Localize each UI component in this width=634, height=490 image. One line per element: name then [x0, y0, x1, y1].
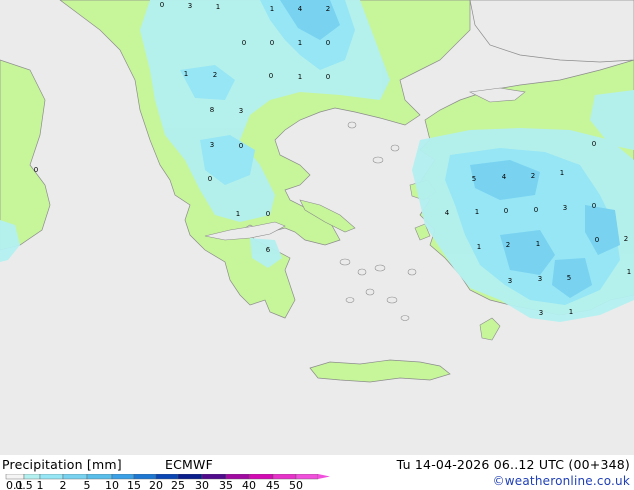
precip-value-label: 3: [539, 309, 543, 317]
legend-tick: 1: [37, 479, 44, 490]
precip-value-label: 0: [208, 175, 212, 183]
precip-value-label: 0: [326, 73, 330, 81]
legend-tick: 40: [242, 479, 256, 490]
precip-value-label: 0: [266, 210, 270, 218]
legend-tick: 50: [289, 479, 303, 490]
precip-value-label: 0: [34, 166, 38, 174]
precip-value-label: 1: [236, 210, 240, 218]
precip-value-label: 3: [538, 275, 542, 283]
legend-tick: 35: [219, 479, 233, 490]
legend-tick: 25: [171, 479, 185, 490]
precip-value-label: 3: [563, 204, 567, 212]
precip-value-label: 0: [270, 39, 274, 47]
precip-value-label: 0: [242, 39, 246, 47]
precip-value-label: 1: [536, 240, 540, 248]
precip-value-label: 0: [239, 142, 243, 150]
map-footer: Precipitation [mm] ECMWF Tu 14-04-2026 0…: [0, 455, 634, 490]
legend-tick: 15: [127, 479, 141, 490]
precip-value-label: 0: [595, 236, 599, 244]
map-frame: 0311420010120108330010600542141003002121…: [0, 0, 634, 490]
legend-tick: 10: [105, 479, 119, 490]
precip-value-label: 2: [326, 5, 330, 13]
precip-value-label: 3: [239, 107, 243, 115]
precip-value-label: 1: [475, 208, 479, 216]
precip-value-label: 5: [472, 175, 476, 183]
precip-value-label: 4: [298, 5, 303, 13]
legend-tick: 20: [149, 479, 163, 490]
credit-link[interactable]: ©weatheronline.co.uk: [493, 474, 630, 488]
precip-value-label: 0: [160, 1, 164, 9]
precip-value-label: 1: [298, 73, 302, 81]
precip-value-label: 2: [531, 172, 535, 180]
legend-tick: 0.5: [15, 479, 33, 490]
precip-value-label: 0: [326, 39, 330, 47]
legend-arrow: [318, 474, 330, 479]
precip-value-label: 1: [184, 70, 188, 78]
precip-value-label: 8: [210, 106, 214, 114]
precip-value-label: 0: [534, 206, 538, 214]
precip-value-label: 4: [502, 173, 507, 181]
precip-value-label: 1: [569, 308, 573, 316]
color-legend: 0.10.5 1 2 5 10 15 20 25 30 35 40 45 50: [5, 474, 330, 490]
precip-value-label: 1: [298, 39, 302, 47]
precip-value-label: 4: [445, 209, 450, 217]
precip-value-label: 6: [266, 246, 271, 254]
map-title: Precipitation [mm]: [2, 457, 122, 472]
precip-value-label: 3: [188, 2, 192, 10]
precip-value-label: 0: [592, 140, 596, 148]
precip-value-label: 3: [508, 277, 512, 285]
precip-value-label: 2: [624, 235, 628, 243]
precip-value-label: 5: [567, 274, 571, 282]
precip-value-label: 3: [210, 141, 214, 149]
legend-tick: 5: [84, 479, 91, 490]
precip-value-label: 0: [269, 72, 273, 80]
precip-value-label: 1: [477, 243, 481, 251]
precip-value-label: 1: [560, 169, 564, 177]
precipitation-map: 0 3 1 1 4 2 0 0 1 0 1 2 0 1 0 8 3 3 0 0 1 0 6 0 0 5 4 2 1 4 1 0 0 3 0 0 2 1 2 1…: [0, 0, 634, 455]
valid-time: Tu 14-04-2026 06..12 UTC (00+348): [396, 457, 630, 472]
precip-value-label: 1: [270, 5, 274, 13]
precip-value-label: 0: [592, 202, 596, 210]
precip-value-label: 2: [506, 241, 510, 249]
precip-value-label: 1: [627, 268, 631, 276]
precip-value-label: 1: [216, 3, 220, 11]
model-name: ECMWF: [165, 457, 213, 472]
precip-value-label: 0: [504, 207, 508, 215]
precip-value-label: 2: [213, 71, 217, 79]
legend-tick: 30: [195, 479, 209, 490]
legend-tick: 45: [266, 479, 280, 490]
legend-tick: 2: [60, 479, 67, 490]
